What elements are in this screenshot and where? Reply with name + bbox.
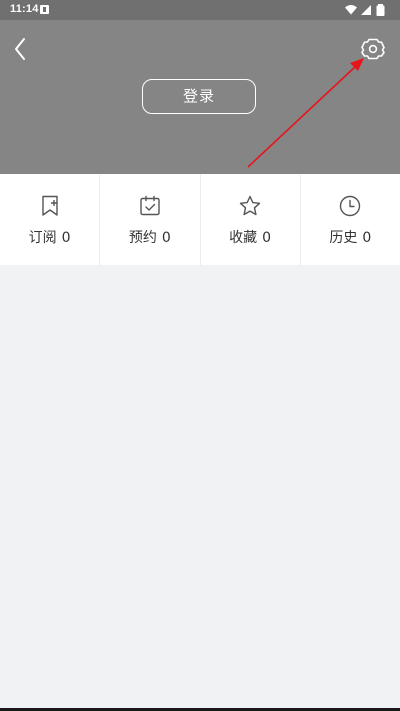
quick-actions: 订阅 0 预约 0 收藏 0 历史 0 [0, 174, 400, 265]
quick-item-name: 历史 [329, 230, 358, 246]
quick-item-label: 订阅 0 [0, 227, 99, 247]
quick-item-name: 预约 [128, 230, 157, 246]
quick-item-name: 收藏 [229, 230, 258, 246]
calendar-check-icon [140, 195, 160, 216]
chevron-left-icon [15, 38, 25, 60]
status-bar: 11:14 [0, 0, 400, 20]
notification-icon [40, 5, 49, 14]
back-button[interactable] [8, 34, 36, 64]
bookmark-plus-icon [41, 195, 58, 216]
quick-item-label: 历史 0 [301, 227, 400, 247]
wifi-icon [345, 5, 357, 15]
status-time: 11:14 [10, 3, 39, 15]
quick-item-subscribe[interactable]: 订阅 0 [0, 174, 99, 265]
quick-item-favorites[interactable]: 收藏 0 [199, 174, 300, 265]
gear-icon [361, 38, 385, 60]
quick-item-count: 0 [262, 230, 272, 246]
battery-icon [376, 4, 385, 16]
quick-item-label: 预约 0 [100, 227, 199, 247]
login-button[interactable]: 登录 [142, 79, 256, 114]
quick-item-count: 0 [161, 230, 171, 246]
quick-item-reservation[interactable]: 预约 0 [99, 174, 199, 265]
quick-item-label: 收藏 0 [201, 227, 300, 247]
quick-item-name: 订阅 [28, 230, 57, 246]
settings-button[interactable] [358, 34, 388, 64]
clock-icon [340, 195, 361, 217]
quick-item-count: 0 [61, 230, 71, 246]
star-icon [239, 195, 261, 216]
profile-header: 登录 [0, 20, 400, 174]
status-icons [345, 4, 385, 16]
signal-icon [361, 5, 371, 15]
quick-item-history[interactable]: 历史 0 [299, 174, 400, 265]
quick-item-count: 0 [362, 230, 372, 246]
